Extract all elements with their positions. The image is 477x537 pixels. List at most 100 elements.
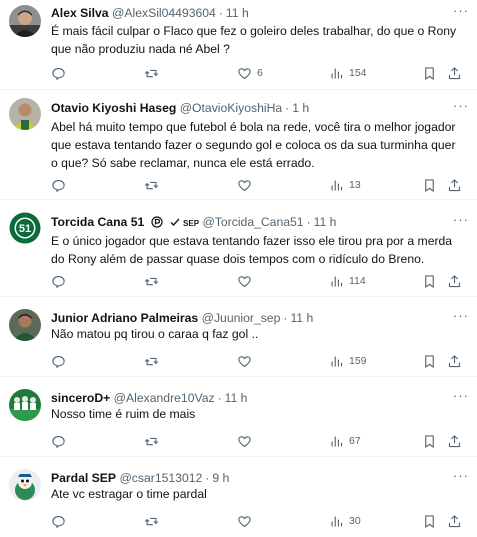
person-photo-avatar-icon [9,309,41,341]
author-handle[interactable]: @Torcida_Cana51 [202,215,303,229]
bookmark-button[interactable] [422,353,437,369]
tweet[interactable]: Otavio Kiyoshi Haseg @OtavioKiyoshiHa · 1 … [0,90,477,200]
retweet-button[interactable] [144,433,164,449]
share-icon [448,178,461,191]
retweet-button[interactable] [144,177,164,193]
share-button[interactable] [447,433,462,449]
views-chart-icon [331,516,343,526]
avatar[interactable] [9,98,41,130]
author-name[interactable]: sinceroD+ [51,391,110,405]
separator-dot: · [306,215,311,229]
author-name[interactable]: Junior Adriano Palmeiras [51,311,198,325]
bookmark-icon [425,354,434,368]
retweet-button[interactable] [144,273,164,289]
tweet[interactable]: 51 Torcida Cana 51 SEP @Torcida_Cana51 · 1… [0,200,477,297]
separator-dot: · [217,391,222,405]
bookmark-button[interactable] [422,513,437,529]
views-button[interactable]: 159 [329,353,367,369]
tweet-text: E o único jogador que estava tentando fa… [51,234,453,266]
author-handle[interactable]: @csar1513012 [119,471,202,485]
like-button[interactable] [237,177,257,193]
author-name[interactable]: Torcida Cana 51 [51,215,144,229]
reply-button[interactable] [51,513,71,529]
timestamp[interactable]: 9 h [212,471,229,485]
separator-dot: · [218,6,223,20]
like-button[interactable] [237,273,257,289]
tweet[interactable]: Junior Adriano Palmeiras @Juunior_sep · 11… [0,297,477,377]
like-button[interactable]: 6 [237,65,263,81]
views-chart-icon [331,68,343,78]
avatar[interactable] [9,309,41,341]
more-options-icon[interactable]: ··· [453,98,469,113]
share-icon [448,274,461,287]
bookmark-button[interactable] [422,273,437,289]
reply-button[interactable] [51,353,71,369]
view-count: 114 [349,275,366,287]
verified-check-icon[interactable] [169,216,181,228]
share-icon [448,514,461,527]
timestamp[interactable]: 11 h [225,391,248,405]
views-button[interactable]: 114 [329,273,366,289]
separator-dot: · [205,471,210,485]
views-chart-icon [331,180,343,190]
share-button[interactable] [447,273,462,289]
tweet-text: É mais fácil culpar o Flaco que fez o go… [51,24,457,56]
view-count: 159 [349,355,367,367]
views-button[interactable]: 154 [329,65,367,81]
bookmark-icon [425,66,434,80]
like-button[interactable] [237,433,257,449]
more-options-icon[interactable]: ··· [453,3,469,18]
reply-button[interactable] [51,177,71,193]
reply-icon [52,67,65,80]
author-handle[interactable]: @Juunior_sep [202,311,281,325]
timestamp[interactable]: 11 h [226,6,249,20]
bookmark-icon [425,434,434,448]
author-name[interactable]: Pardal SEP [51,471,116,485]
heart-icon [238,515,251,527]
views-button[interactable]: 30 [329,513,361,529]
separator-dot: · [283,311,288,325]
share-button[interactable] [447,65,462,81]
person-photo-avatar-icon [9,5,41,37]
retweet-button[interactable] [144,65,164,81]
author-handle[interactable]: @OtavioKiyoshiHa [180,101,282,115]
share-button[interactable] [447,177,462,193]
author-name[interactable]: Alex Silva [51,6,109,20]
retweet-button[interactable] [144,513,164,529]
cartoon-bird-avatar-icon [9,469,41,501]
timestamp[interactable]: 11 h [314,215,337,229]
affiliation-badge-icon[interactable] [151,216,163,228]
reply-button[interactable] [51,65,71,81]
tweet[interactable]: sinceroD+ @Alexandre10Vaz · 11 h ··· Nosso… [0,377,477,457]
avatar[interactable] [9,469,41,501]
avatar[interactable]: 51 [9,212,41,244]
timestamp[interactable]: 11 h [290,311,313,325]
like-button[interactable] [237,353,257,369]
avatar[interactable] [9,389,41,421]
share-button[interactable] [447,353,462,369]
timestamp[interactable]: 1 h [292,101,309,115]
retweet-icon [144,517,159,525]
views-button[interactable]: 67 [329,433,361,449]
reply-icon [52,355,65,368]
retweet-button[interactable] [144,353,164,369]
tweet[interactable]: Pardal SEP @csar1513012 · 9 h ··· Ate vc e… [0,457,477,537]
views-button[interactable]: 13 [329,177,361,193]
more-options-icon[interactable]: ··· [453,212,469,227]
tweet[interactable]: Alex Silva @AlexSil04493604 · 11 h ··· É m… [0,0,477,90]
bookmark-button[interactable] [422,433,437,449]
author-handle[interactable]: @Alexandre10Vaz [114,391,215,405]
author-name[interactable]: Otavio Kiyoshi Haseg [51,101,176,115]
reply-button[interactable] [51,273,71,289]
more-options-icon[interactable]: ··· [453,308,469,323]
author-handle[interactable]: @AlexSil04493604 [112,6,216,20]
more-options-icon[interactable]: ··· [453,468,469,483]
avatar[interactable] [9,5,41,37]
bookmark-button[interactable] [422,65,437,81]
bookmark-button[interactable] [422,177,437,193]
team-photo-avatar-icon [9,389,41,421]
share-button[interactable] [447,513,462,529]
like-button[interactable] [237,513,257,529]
more-options-icon[interactable]: ··· [453,388,469,403]
reply-button[interactable] [51,433,71,449]
